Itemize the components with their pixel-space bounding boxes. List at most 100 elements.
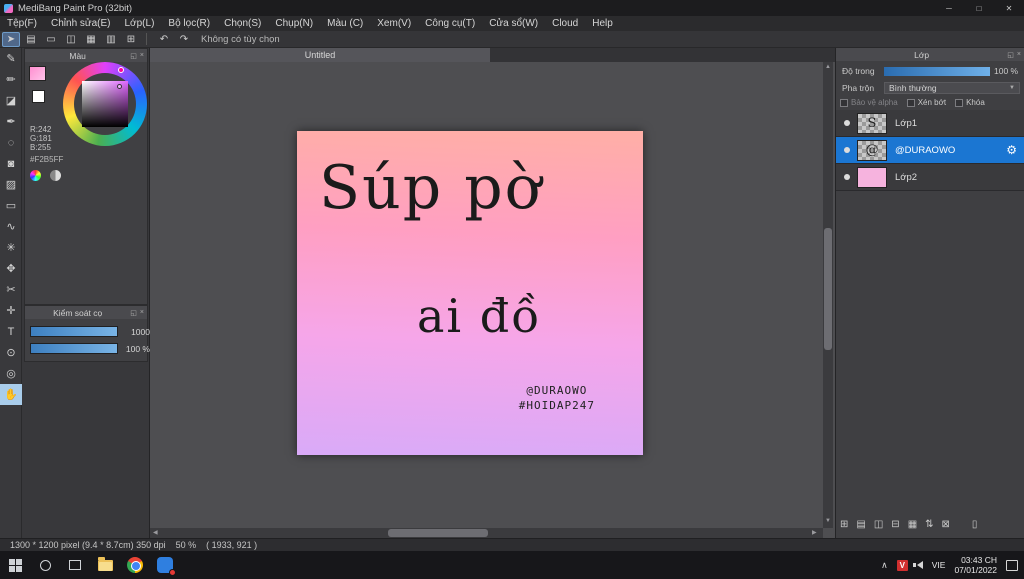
task-view-button[interactable] (60, 551, 90, 579)
scroll-left-icon[interactable]: ◀ (153, 529, 158, 536)
background-color-swatch[interactable] (32, 90, 45, 103)
sv-marker[interactable] (117, 84, 122, 89)
clear-layer-icon[interactable]: ⊠ (942, 519, 950, 530)
lasso-tool[interactable]: ∿ (0, 216, 22, 237)
layer-row[interactable]: Lớp2 (836, 164, 1024, 191)
save-icon[interactable]: ◫ (62, 32, 80, 47)
pencil-tool[interactable]: ✏ (0, 69, 22, 90)
layer-folder-icon[interactable]: ▦ (908, 519, 917, 530)
menu-cloud[interactable]: Cloud (545, 16, 585, 31)
lock-checkbox[interactable]: Khóa (955, 98, 985, 107)
vertical-scrollbar-thumb[interactable] (824, 228, 832, 350)
move-tool[interactable]: ✥ (0, 258, 22, 279)
horizontal-scrollbar-thumb[interactable] (388, 529, 488, 537)
task-view-icon (69, 560, 81, 570)
gradient-tool[interactable]: ▨ (0, 174, 22, 195)
brush-opacity-slider[interactable] (30, 343, 118, 354)
airbrush-tool[interactable]: ◌ (0, 132, 22, 153)
comment-icon[interactable]: ▭ (42, 32, 60, 47)
select-rect-tool[interactable]: ▭ (0, 195, 22, 216)
zoom-tool[interactable]: ◎ (0, 363, 22, 384)
blend-mode-dropdown[interactable]: Bình thường ▼ (884, 82, 1020, 94)
float-panel-icon[interactable]: ◱ (130, 52, 137, 60)
canvas-icon[interactable]: ▤ (22, 32, 40, 47)
bucket-tool[interactable]: ◙ (0, 153, 22, 174)
speaker-icon[interactable] (912, 561, 923, 569)
chrome-button[interactable] (120, 551, 150, 579)
menu-view[interactable]: Xem(V) (370, 16, 418, 31)
canvas[interactable]: Súp pờ ai đồ @DURAOWO #HOIDAP247 (297, 131, 643, 455)
close-button[interactable]: ✕ (994, 0, 1024, 16)
language-indicator[interactable]: VIE (932, 560, 946, 570)
color-bar-mode-icon[interactable] (50, 170, 62, 181)
scroll-down-icon[interactable]: ▼ (825, 518, 831, 524)
start-button[interactable] (0, 551, 30, 579)
close-panel-icon[interactable]: × (140, 52, 144, 59)
b-value: B:255 (30, 143, 51, 152)
brush-size-slider[interactable] (30, 326, 118, 337)
layer-visibility-icon[interactable] (844, 147, 850, 153)
menu-edit[interactable]: Chỉnh sửa(E) (44, 16, 118, 31)
menu-filter[interactable]: Bộ lọc(R) (161, 16, 217, 31)
layer-opacity-value: 100 % (994, 66, 1019, 76)
redo-icon[interactable]: ↷ (175, 32, 193, 47)
hidden-icons-chevron[interactable]: ∧ (881, 560, 888, 571)
date: 07/01/2022 (954, 565, 997, 575)
artwork-credits: @DURAOWO #HOIDAP247 (519, 383, 595, 413)
cursor-icon[interactable]: ➤ (2, 31, 20, 47)
float-panel-icon[interactable]: ◱ (130, 309, 137, 317)
unikey-icon[interactable]: V (896, 559, 908, 571)
hue-marker[interactable] (118, 67, 124, 73)
layer-row-selected[interactable]: @ @DURAOWO ⚙ (836, 137, 1024, 164)
layer-opacity-slider[interactable] (884, 66, 990, 76)
operation-tool[interactable]: ✛ (0, 300, 22, 321)
layer-row[interactable]: S Lớp1 (836, 110, 1024, 137)
new-folder-icon[interactable]: ▤ (856, 519, 865, 530)
scroll-up-icon[interactable]: ▲ (825, 64, 831, 70)
menu-file[interactable]: Tệp(F) (0, 16, 44, 31)
cortana-button[interactable] (30, 551, 60, 579)
file-explorer-button[interactable] (90, 551, 120, 579)
maximize-button[interactable]: □ (964, 0, 994, 16)
text-tool[interactable]: T (0, 321, 22, 342)
grid-icon[interactable]: ▦ (82, 32, 100, 47)
color-wheel-mode-icon[interactable] (30, 170, 41, 181)
close-panel-icon[interactable]: × (140, 309, 144, 316)
menu-color[interactable]: Màu (C) (320, 16, 370, 31)
menu-help[interactable]: Help (585, 16, 620, 31)
layer-visibility-icon[interactable] (844, 120, 850, 126)
merge-layer-icon[interactable]: ⊟ (891, 519, 899, 530)
menu-snap[interactable]: Chụp(N) (268, 16, 320, 31)
pen-tool[interactable]: ✎ (0, 48, 22, 69)
eraser-tool[interactable]: ◪ (0, 90, 22, 111)
snap-settings-icon[interactable]: ⊞ (122, 32, 140, 47)
divide-tool[interactable]: ✂ (0, 279, 22, 300)
float-panel-icon[interactable]: ◱ (1007, 51, 1014, 59)
delete-layer-icon[interactable]: ▯ (972, 519, 978, 530)
eyedropper-tool[interactable]: ⊙ (0, 342, 22, 363)
reorder-layer-icon[interactable]: ⇅ (925, 519, 933, 530)
messaging-app-button[interactable] (150, 551, 180, 579)
action-center-icon[interactable] (1006, 559, 1018, 571)
minimize-button[interactable]: ─ (934, 0, 964, 16)
duplicate-layer-icon[interactable]: ◫ (874, 519, 883, 530)
new-layer-icon[interactable]: ⊞ (840, 519, 848, 530)
brush-tool[interactable]: ✒ (0, 111, 22, 132)
layer-visibility-icon[interactable] (844, 174, 850, 180)
foreground-color-swatch[interactable] (29, 66, 46, 81)
taskbar-clock[interactable]: 03:43 CH 07/01/2022 (954, 555, 997, 575)
scroll-right-icon[interactable]: ▶ (812, 529, 817, 536)
protect-alpha-checkbox[interactable]: Bảo vệ alpha (840, 98, 898, 107)
close-panel-icon[interactable]: × (1017, 51, 1021, 58)
menu-select[interactable]: Chọn(S) (217, 16, 268, 31)
menu-layer[interactable]: Lớp(L) (118, 16, 162, 31)
document-tab[interactable]: Untitled (150, 48, 490, 62)
hand-tool[interactable]: ✋ (0, 384, 22, 405)
layer-settings-gear-icon[interactable]: ⚙ (1006, 143, 1017, 157)
undo-icon[interactable]: ↶ (155, 32, 173, 47)
ruler-icon[interactable]: ▥ (102, 32, 120, 47)
magic-wand-tool[interactable]: ✳ (0, 237, 22, 258)
clipping-checkbox[interactable]: Xén bớt (906, 98, 946, 107)
menu-window[interactable]: Cửa sổ(W) (482, 16, 545, 31)
menu-tools[interactable]: Công cụ(T) (418, 16, 482, 31)
